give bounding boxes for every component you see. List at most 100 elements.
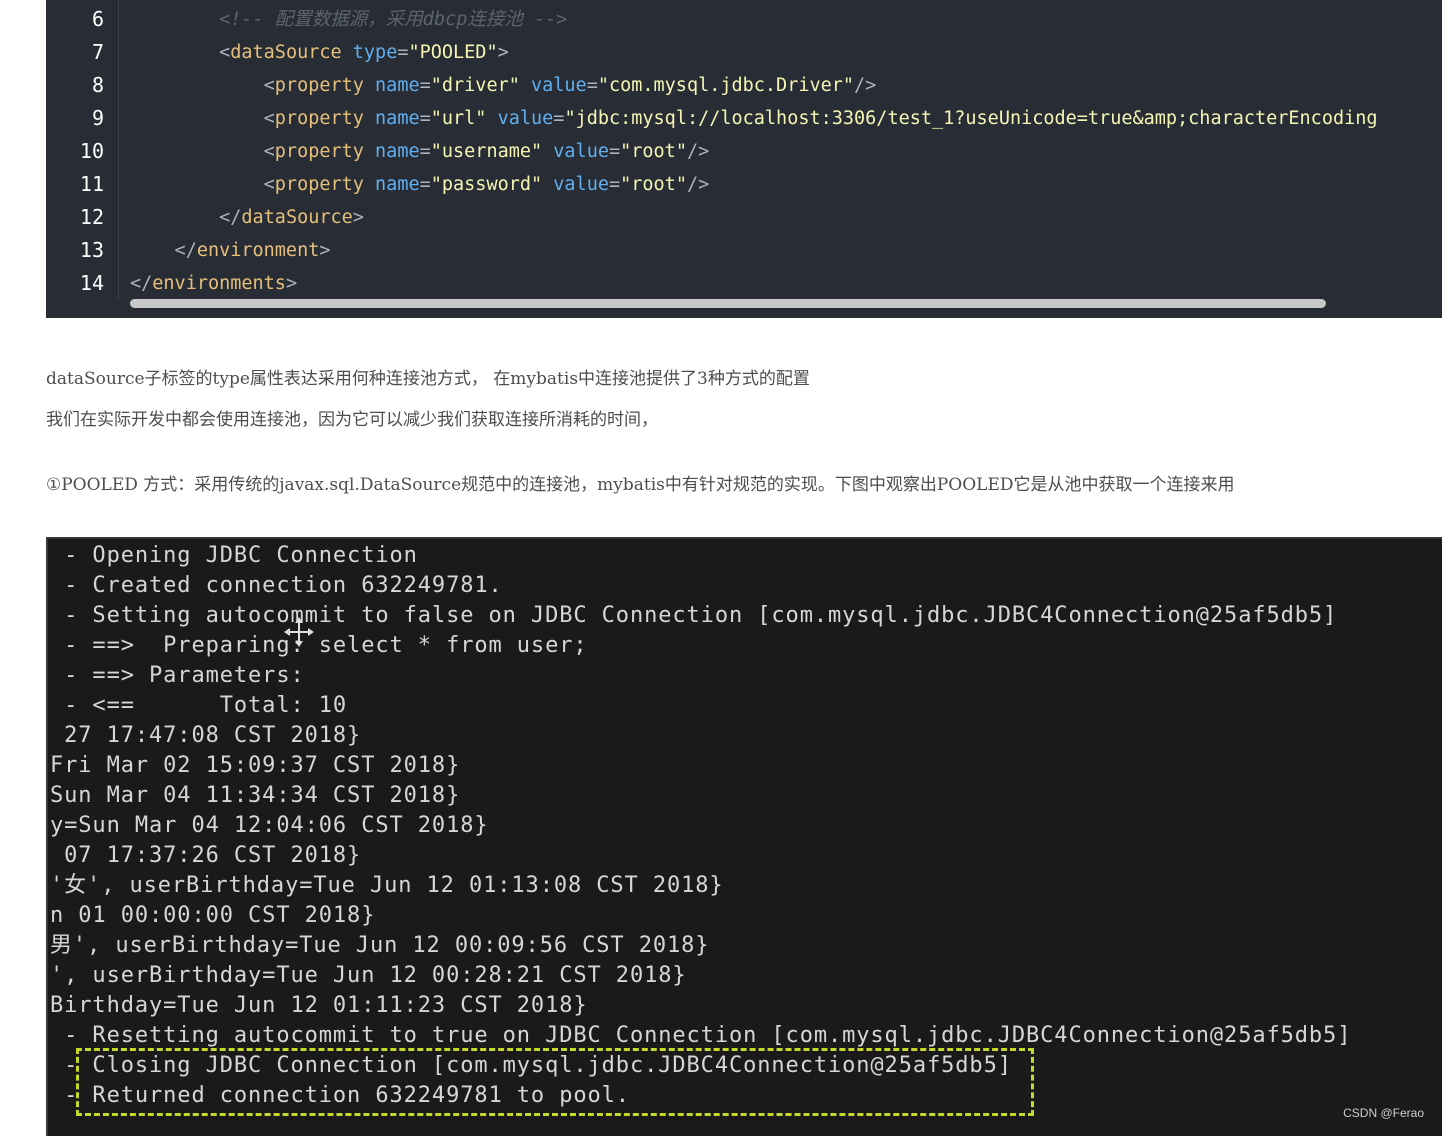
horizontal-scrollbar[interactable] xyxy=(130,299,1326,308)
terminal-line: ', userBirthday=Tue Jun 12 00:28:21 CST … xyxy=(50,963,687,988)
code-line: <property name="username" value="root"/> xyxy=(130,135,710,168)
line-number: 10 xyxy=(79,139,104,163)
code-token: name xyxy=(375,141,420,162)
code-token: "password" xyxy=(430,174,543,195)
code-block: 6 7 8 9 10 11 12 13 14 <!-- 配置数据源，采用dbcp连接池 --> … xyxy=(46,0,1442,318)
line-number-gutter: 6 7 8 9 10 11 12 13 14 xyxy=(46,0,118,300)
terminal-line: - ==> Parameters: xyxy=(50,663,319,688)
line-number: 11 xyxy=(79,172,104,196)
code-token: = xyxy=(419,174,431,195)
code-line: </dataSource> xyxy=(130,201,364,234)
line-number: 6 xyxy=(91,7,104,31)
code-token: property xyxy=(274,174,364,195)
line-number: 13 xyxy=(79,238,104,262)
code-token: /> xyxy=(686,174,710,195)
gutter-divider xyxy=(118,0,119,300)
terminal-line: - Setting autocommit to false on JDBC Co… xyxy=(50,603,1338,628)
code-token: property xyxy=(274,75,364,96)
code-token: "root" xyxy=(620,141,687,162)
paragraph-pooled-method: ①POOLED 方式：采用传统的javax.sql.DataSource规范中的… xyxy=(46,475,1235,495)
code-token: property xyxy=(274,108,364,129)
line-number: 12 xyxy=(79,205,104,229)
code-token: dataSource xyxy=(241,207,353,228)
terminal-line: n 01 00:00:00 CST 2018} xyxy=(50,903,376,928)
code-token: "POOLED" xyxy=(408,42,498,63)
code-token: > xyxy=(319,240,331,261)
terminal-line: - <== Total: 10 xyxy=(50,693,348,718)
terminal-line: '女', userBirthday=Tue Jun 12 01:13:08 CS… xyxy=(50,873,724,898)
code-line: <!-- 配置数据源，采用dbcp连接池 --> xyxy=(130,3,567,36)
code-line: <property name="password" value="root"/> xyxy=(130,168,710,201)
code-token: = xyxy=(553,108,565,129)
code-token: name xyxy=(375,174,420,195)
code-token: </ xyxy=(130,273,153,294)
code-token: "username" xyxy=(430,141,543,162)
code-token: value xyxy=(531,75,587,96)
line-number: 9 xyxy=(91,106,104,130)
code-token: > xyxy=(497,42,509,63)
code-token: environments xyxy=(152,273,286,294)
line-number: 14 xyxy=(79,271,104,295)
code-token: = xyxy=(608,141,621,162)
highlight-box xyxy=(76,1048,1034,1116)
code-line: <dataSource type="POOLED"> xyxy=(130,36,509,69)
code-token: < xyxy=(130,174,275,195)
code-token: = xyxy=(586,75,598,96)
terminal-line: y=Sun Mar 04 12:04:06 CST 2018} xyxy=(50,813,489,838)
code-token: = xyxy=(419,75,431,96)
move-cursor-icon xyxy=(284,617,314,647)
code-token: /> xyxy=(686,141,710,162)
code-token: <!-- 配置数据源，采用dbcp连接池 --> xyxy=(219,9,568,30)
code-token: = xyxy=(419,108,431,129)
code-token: "driver" xyxy=(430,75,520,96)
terminal-line: 男', userBirthday=Tue Jun 12 00:09:56 CST… xyxy=(50,933,710,958)
terminal-line: - Created connection 632249781. xyxy=(50,573,503,598)
code-token: property xyxy=(274,141,364,162)
watermark: CSDN @Ferao xyxy=(1343,1106,1424,1120)
terminal-line: 27 17:47:08 CST 2018} xyxy=(50,723,362,748)
code-token: "url" xyxy=(430,108,487,129)
code-token: value xyxy=(497,108,554,129)
terminal-line: 07 17:37:26 CST 2018} xyxy=(50,843,362,868)
terminal-line: Sun Mar 04 11:34:34 CST 2018} xyxy=(50,783,461,808)
code-token: dataSource xyxy=(230,42,342,63)
code-token: "root" xyxy=(620,174,687,195)
code-token: < xyxy=(130,75,275,96)
code-token: > xyxy=(285,273,298,294)
code-token: value xyxy=(553,141,609,162)
code-token: < xyxy=(130,141,275,162)
paragraph-connection-pool: 我们在实际开发中都会使用连接池，因为它可以减少我们获取连接所消耗的时间， xyxy=(46,410,658,430)
code-token: name xyxy=(375,75,420,96)
terminal-line: - Opening JDBC Connection xyxy=(50,543,418,568)
code-token: type xyxy=(352,42,398,63)
code-token: "com.mysql.jdbc.Driver" xyxy=(597,75,855,96)
terminal-output-image: - Opening JDBC Connection - Created conn… xyxy=(46,537,1442,1136)
code-token: = xyxy=(419,141,431,162)
terminal-line: Birthday=Tue Jun 12 01:11:23 CST 2018} xyxy=(50,993,588,1018)
terminal-line: Fri Mar 02 15:09:37 CST 2018} xyxy=(50,753,461,778)
terminal-line: - ==> Preparing: select * from user; xyxy=(50,633,588,658)
code-line: </environment> xyxy=(130,234,331,267)
code-token: < xyxy=(130,108,275,129)
code-line: </environments> xyxy=(130,267,297,300)
code-token: </ xyxy=(130,207,242,228)
code-token: = xyxy=(608,174,621,195)
code-token: "jdbc:mysql://localhost:3306/test_1?useU… xyxy=(564,108,1378,129)
code-line: <property name="url" value="jdbc:mysql:/… xyxy=(130,102,1378,135)
line-number: 7 xyxy=(91,40,104,64)
code-token: value xyxy=(553,174,609,195)
line-number: 8 xyxy=(91,73,104,97)
code-token: name xyxy=(375,108,420,129)
code-line: <property name="driver" value="com.mysql… xyxy=(130,69,877,102)
code-token: environment xyxy=(196,240,320,261)
code-token: = xyxy=(397,42,409,63)
